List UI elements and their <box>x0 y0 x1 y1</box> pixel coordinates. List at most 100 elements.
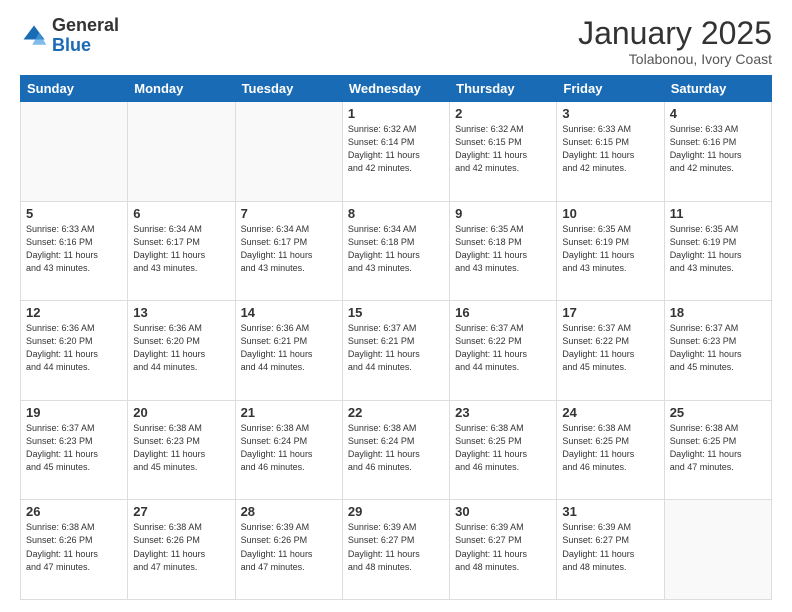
day-number: 31 <box>562 504 658 519</box>
calendar-week-3: 12 Sunrise: 6:36 AM Sunset: 6:20 PM Dayli… <box>21 301 772 401</box>
day-number: 21 <box>241 405 337 420</box>
calendar-week-2: 5 Sunrise: 6:33 AM Sunset: 6:16 PM Daylig… <box>21 201 772 301</box>
day-info: Sunrise: 6:32 AM Sunset: 6:15 PM Dayligh… <box>455 123 551 175</box>
title-block: January 2025 Tolabonou, Ivory Coast <box>578 16 772 67</box>
calendar-cell: 4Sunrise: 6:33 AM Sunset: 6:16 PM Daylig… <box>664 102 771 202</box>
day-info: Sunrise: 6:36 AM Sunset: 6:20 PM Dayligh… <box>26 322 122 374</box>
day-info: Sunrise: 6:37 AM Sunset: 6:22 PM Dayligh… <box>455 322 551 374</box>
day-number: 9 <box>455 206 551 221</box>
day-number: 26 <box>26 504 122 519</box>
day-number: 8 <box>348 206 444 221</box>
calendar-cell <box>235 102 342 202</box>
calendar-cell: 21 Sunrise: 6:38 AM Sunset: 6:24 PM Dayli… <box>235 400 342 500</box>
calendar-cell: 30 Sunrise: 6:39 AM Sunset: 6:27 PM Dayli… <box>450 500 557 600</box>
day-info: Sunrise: 6:37 AM Sunset: 6:23 PM Dayligh… <box>670 322 766 374</box>
calendar-cell <box>21 102 128 202</box>
calendar-cell: 10 Sunrise: 6:35 AM Sunset: 6:19 PM Dayli… <box>557 201 664 301</box>
day-number: 5 <box>26 206 122 221</box>
day-number: 2 <box>455 106 551 121</box>
day-info: Sunrise: 6:35 AM Sunset: 6:19 PM Dayligh… <box>562 223 658 275</box>
day-number: 15 <box>348 305 444 320</box>
day-number: 7 <box>241 206 337 221</box>
day-info: Sunrise: 6:37 AM Sunset: 6:21 PM Dayligh… <box>348 322 444 374</box>
day-number: 25 <box>670 405 766 420</box>
day-number: 11 <box>670 206 766 221</box>
col-saturday: Saturday <box>664 76 771 102</box>
col-monday: Monday <box>128 76 235 102</box>
col-sunday: Sunday <box>21 76 128 102</box>
day-number: 28 <box>241 504 337 519</box>
day-info: Sunrise: 6:38 AM Sunset: 6:26 PM Dayligh… <box>133 521 229 573</box>
calendar-week-4: 19Sunrise: 6:37 AM Sunset: 6:23 PM Dayli… <box>21 400 772 500</box>
calendar-week-1: 1Sunrise: 6:32 AM Sunset: 6:14 PM Daylig… <box>21 102 772 202</box>
calendar-cell: 9 Sunrise: 6:35 AM Sunset: 6:18 PM Daylig… <box>450 201 557 301</box>
calendar-cell: 8Sunrise: 6:34 AM Sunset: 6:18 PM Daylig… <box>342 201 449 301</box>
day-number: 20 <box>133 405 229 420</box>
logo-icon <box>20 22 48 50</box>
calendar-cell: 24Sunrise: 6:38 AM Sunset: 6:25 PM Dayli… <box>557 400 664 500</box>
calendar-cell: 2 Sunrise: 6:32 AM Sunset: 6:15 PM Daylig… <box>450 102 557 202</box>
day-number: 16 <box>455 305 551 320</box>
day-number: 13 <box>133 305 229 320</box>
calendar-cell: 25 Sunrise: 6:38 AM Sunset: 6:25 PM Dayli… <box>664 400 771 500</box>
day-info: Sunrise: 6:38 AM Sunset: 6:26 PM Dayligh… <box>26 521 122 573</box>
day-info: Sunrise: 6:38 AM Sunset: 6:25 PM Dayligh… <box>562 422 658 474</box>
day-info: Sunrise: 6:39 AM Sunset: 6:26 PM Dayligh… <box>241 521 337 573</box>
day-info: Sunrise: 6:39 AM Sunset: 6:27 PM Dayligh… <box>455 521 551 573</box>
day-number: 22 <box>348 405 444 420</box>
day-number: 27 <box>133 504 229 519</box>
day-info: Sunrise: 6:37 AM Sunset: 6:23 PM Dayligh… <box>26 422 122 474</box>
calendar-cell: 1Sunrise: 6:32 AM Sunset: 6:14 PM Daylig… <box>342 102 449 202</box>
day-number: 30 <box>455 504 551 519</box>
day-info: Sunrise: 6:33 AM Sunset: 6:15 PM Dayligh… <box>562 123 658 175</box>
day-number: 12 <box>26 305 122 320</box>
calendar-cell: 13 Sunrise: 6:36 AM Sunset: 6:20 PM Dayli… <box>128 301 235 401</box>
logo-blue: Blue <box>52 35 91 55</box>
day-info: Sunrise: 6:38 AM Sunset: 6:25 PM Dayligh… <box>670 422 766 474</box>
calendar-cell: 31Sunrise: 6:39 AM Sunset: 6:27 PM Dayli… <box>557 500 664 600</box>
calendar-cell: 29 Sunrise: 6:39 AM Sunset: 6:27 PM Dayli… <box>342 500 449 600</box>
calendar-cell: 19Sunrise: 6:37 AM Sunset: 6:23 PM Dayli… <box>21 400 128 500</box>
day-info: Sunrise: 6:39 AM Sunset: 6:27 PM Dayligh… <box>348 521 444 573</box>
logo: General Blue <box>20 16 119 56</box>
calendar-cell: 12 Sunrise: 6:36 AM Sunset: 6:20 PM Dayli… <box>21 301 128 401</box>
calendar-cell: 3Sunrise: 6:33 AM Sunset: 6:15 PM Daylig… <box>557 102 664 202</box>
day-info: Sunrise: 6:36 AM Sunset: 6:20 PM Dayligh… <box>133 322 229 374</box>
day-number: 6 <box>133 206 229 221</box>
calendar-cell: 18Sunrise: 6:37 AM Sunset: 6:23 PM Dayli… <box>664 301 771 401</box>
day-info: Sunrise: 6:38 AM Sunset: 6:24 PM Dayligh… <box>348 422 444 474</box>
calendar-cell: 20Sunrise: 6:38 AM Sunset: 6:23 PM Dayli… <box>128 400 235 500</box>
col-tuesday: Tuesday <box>235 76 342 102</box>
calendar-cell: 22 Sunrise: 6:38 AM Sunset: 6:24 PM Dayli… <box>342 400 449 500</box>
calendar-cell: 11 Sunrise: 6:35 AM Sunset: 6:19 PM Dayli… <box>664 201 771 301</box>
day-number: 17 <box>562 305 658 320</box>
day-number: 29 <box>348 504 444 519</box>
day-info: Sunrise: 6:38 AM Sunset: 6:25 PM Dayligh… <box>455 422 551 474</box>
day-info: Sunrise: 6:36 AM Sunset: 6:21 PM Dayligh… <box>241 322 337 374</box>
col-friday: Friday <box>557 76 664 102</box>
calendar-cell: 17 Sunrise: 6:37 AM Sunset: 6:22 PM Dayli… <box>557 301 664 401</box>
day-info: Sunrise: 6:37 AM Sunset: 6:22 PM Dayligh… <box>562 322 658 374</box>
calendar-cell: 7Sunrise: 6:34 AM Sunset: 6:17 PM Daylig… <box>235 201 342 301</box>
day-number: 23 <box>455 405 551 420</box>
calendar-cell: 14Sunrise: 6:36 AM Sunset: 6:21 PM Dayli… <box>235 301 342 401</box>
calendar-header-row: Sunday Monday Tuesday Wednesday Thursday… <box>21 76 772 102</box>
page: General Blue January 2025 Tolabonou, Ivo… <box>0 0 792 612</box>
day-number: 10 <box>562 206 658 221</box>
day-info: Sunrise: 6:35 AM Sunset: 6:18 PM Dayligh… <box>455 223 551 275</box>
day-info: Sunrise: 6:34 AM Sunset: 6:17 PM Dayligh… <box>133 223 229 275</box>
calendar-cell: 26 Sunrise: 6:38 AM Sunset: 6:26 PM Dayli… <box>21 500 128 600</box>
location-title: Tolabonou, Ivory Coast <box>578 51 772 67</box>
logo-general: General <box>52 15 119 35</box>
calendar-cell: 27 Sunrise: 6:38 AM Sunset: 6:26 PM Dayli… <box>128 500 235 600</box>
day-info: Sunrise: 6:32 AM Sunset: 6:14 PM Dayligh… <box>348 123 444 175</box>
header: General Blue January 2025 Tolabonou, Ivo… <box>20 16 772 67</box>
day-info: Sunrise: 6:33 AM Sunset: 6:16 PM Dayligh… <box>670 123 766 175</box>
day-info: Sunrise: 6:35 AM Sunset: 6:19 PM Dayligh… <box>670 223 766 275</box>
calendar-cell: 15 Sunrise: 6:37 AM Sunset: 6:21 PM Dayli… <box>342 301 449 401</box>
day-info: Sunrise: 6:33 AM Sunset: 6:16 PM Dayligh… <box>26 223 122 275</box>
calendar-cell: 28 Sunrise: 6:39 AM Sunset: 6:26 PM Dayli… <box>235 500 342 600</box>
calendar-cell <box>128 102 235 202</box>
day-info: Sunrise: 6:38 AM Sunset: 6:24 PM Dayligh… <box>241 422 337 474</box>
calendar-cell: 16 Sunrise: 6:37 AM Sunset: 6:22 PM Dayli… <box>450 301 557 401</box>
